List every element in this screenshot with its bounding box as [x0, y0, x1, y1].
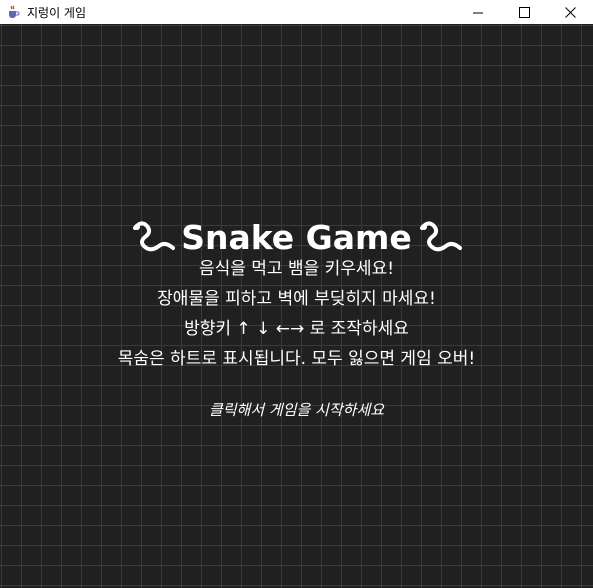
java-cup-icon [5, 4, 21, 20]
instruction-line: 장애물을 피하고 벽에 부딪히지 마세요! [157, 289, 436, 309]
snake-icon [419, 221, 462, 252]
window-controls [455, 0, 593, 24]
minimize-button[interactable] [455, 0, 501, 24]
game-title: Snake Game [181, 217, 412, 257]
game-window: 지렁이 게임 Snake Game 음식을 먹고 뱀을 키우세요! 장애물을 피… [0, 0, 593, 588]
title-row: Snake Game [0, 216, 593, 258]
maximize-button[interactable] [501, 0, 547, 24]
instruction-line: 방향키 ↑ ↓ ←→ 로 조작하세요 [184, 319, 409, 339]
maximize-icon [518, 6, 530, 18]
game-canvas[interactable]: Snake Game 음식을 먹고 뱀을 키우세요! 장애물을 피하고 벽에 부… [0, 24, 593, 588]
instruction-line: 음식을 먹고 뱀을 키우세요! [198, 259, 395, 279]
minimize-icon [472, 12, 483, 13]
instruction-line: 목숨은 하트로 표시됩니다. 모두 잃으면 게임 오버! [117, 349, 476, 369]
start-prompt[interactable]: 클릭해서 게임을 시작하세요 [0, 400, 593, 420]
close-button[interactable] [547, 0, 593, 24]
title-bar: 지렁이 게임 [0, 0, 593, 24]
snake-icon [133, 221, 176, 252]
close-icon [564, 6, 576, 18]
window-title: 지렁이 게임 [27, 5, 87, 20]
